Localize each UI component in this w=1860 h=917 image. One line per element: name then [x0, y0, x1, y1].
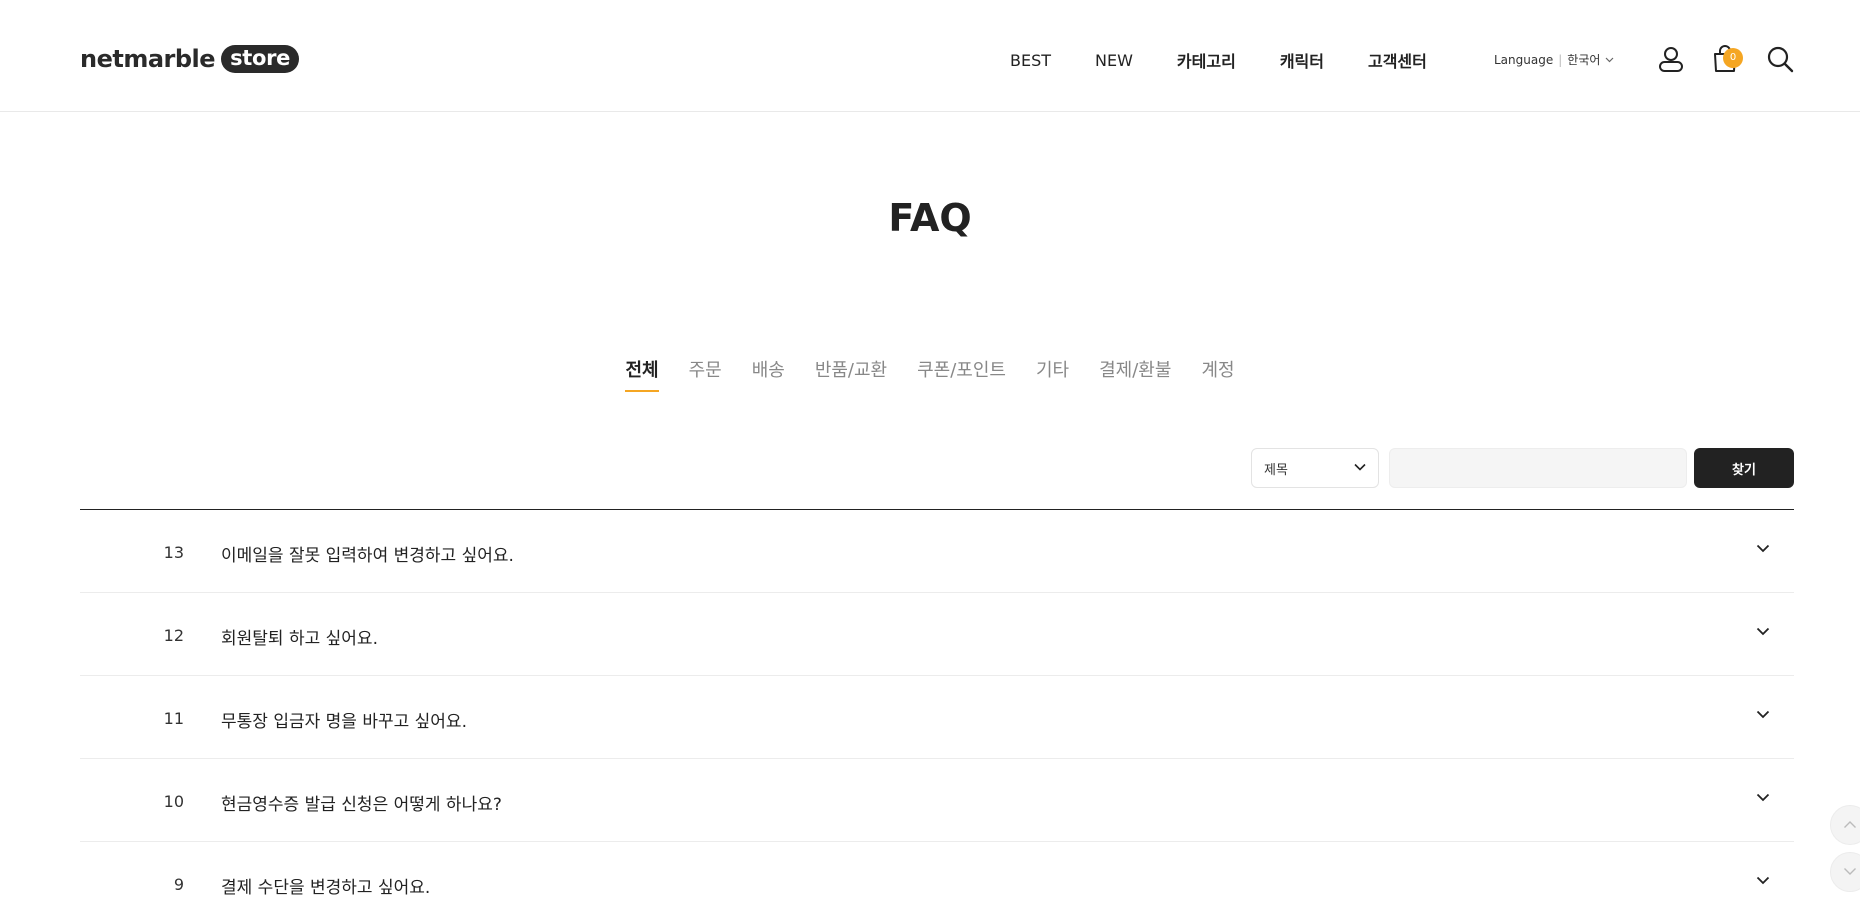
tab-etc[interactable]: 기타	[1036, 356, 1069, 392]
logo-pill: store	[221, 45, 300, 73]
faq-question: 회원탈퇴 하고 싶어요.	[221, 629, 378, 649]
search-input[interactable]	[1389, 448, 1687, 488]
search-field-value: 제목	[1264, 462, 1288, 478]
chevron-down-icon	[1354, 463, 1366, 471]
faq-row[interactable]: 9 결제 수단을 변경하고 싶어요.	[80, 842, 1794, 917]
tab-account[interactable]: 계정	[1201, 356, 1234, 392]
faq-number: 12	[163, 626, 184, 645]
cart-count-badge: 0	[1723, 48, 1743, 68]
page-title: FAQ	[888, 196, 972, 240]
faq-number: 11	[163, 709, 184, 728]
nav-item-customer-center[interactable]: 고객센터	[1368, 48, 1427, 72]
nav-item-new[interactable]: NEW	[1095, 51, 1133, 70]
faq-row[interactable]: 12 회원탈퇴 하고 싶어요.	[80, 593, 1794, 676]
faq-question: 현금영수증 발급 신청은 어떻게 하나요?	[221, 795, 502, 815]
chevron-down-icon[interactable]	[1756, 710, 1770, 719]
faq-row[interactable]: 11 무통장 입금자 명을 바꾸고 싶어요.	[80, 676, 1794, 759]
language-value: 한국어	[1567, 53, 1601, 67]
chevron-down-icon	[1605, 57, 1614, 62]
faq-number: 10	[163, 792, 184, 811]
scroll-bottom-button[interactable]	[1830, 852, 1860, 892]
faq-category-tabs: 전체 주문 배송 반품/교환 쿠폰/포인트 기타 결제/환불 계정	[0, 356, 1860, 392]
user-icon[interactable]	[1656, 44, 1686, 74]
chevron-up-icon	[1844, 821, 1856, 828]
tab-coupon-point[interactable]: 쿠폰/포인트	[917, 356, 1006, 392]
faq-question: 결제 수단을 변경하고 싶어요.	[221, 878, 431, 898]
language-label: Language	[1494, 52, 1554, 67]
scroll-top-button[interactable]	[1830, 805, 1860, 845]
faq-number: 9	[173, 875, 184, 894]
faq-row[interactable]: 10 현금영수증 발급 신청은 어떻게 하나요?	[80, 759, 1794, 842]
chevron-down-icon[interactable]	[1756, 793, 1770, 802]
chevron-down-icon[interactable]	[1756, 876, 1770, 885]
tab-return-exchange[interactable]: 반품/교환	[815, 356, 887, 392]
nav-item-character[interactable]: 캐릭터	[1280, 48, 1324, 72]
nav-item-best[interactable]: BEST	[1010, 51, 1051, 70]
search-button[interactable]: 찾기	[1694, 448, 1794, 488]
faq-question: 이메일을 잘못 입력하여 변경하고 싶어요.	[221, 546, 514, 566]
search-icon[interactable]	[1765, 44, 1795, 74]
tab-payment-refund[interactable]: 결제/환불	[1099, 356, 1171, 392]
tab-order[interactable]: 주문	[689, 356, 722, 392]
search-field-select[interactable]: 제목	[1251, 448, 1379, 488]
site-header: netmarble store BEST NEW 카테고리 캐릭터 고객센터 L…	[0, 0, 1860, 112]
logo-word: netmarble	[80, 45, 216, 73]
tab-shipping[interactable]: 배송	[752, 356, 785, 392]
language-separator: |	[1558, 52, 1563, 67]
faq-row[interactable]: 13 이메일을 잘못 입력하여 변경하고 싶어요.	[80, 510, 1794, 593]
netmarble-store-logo[interactable]: netmarble store	[80, 44, 300, 74]
faq-question: 무통장 입금자 명을 바꾸고 싶어요.	[221, 712, 467, 732]
tab-all[interactable]: 전체	[625, 356, 659, 392]
chevron-down-icon[interactable]	[1756, 627, 1770, 636]
chevron-down-icon[interactable]	[1756, 544, 1770, 553]
faq-number: 13	[163, 543, 184, 562]
chevron-down-icon	[1844, 868, 1856, 875]
nav-item-category[interactable]: 카테고리	[1177, 48, 1236, 72]
main-nav: BEST NEW 카테고리 캐릭터 고객센터	[1010, 48, 1471, 72]
faq-list: 13 이메일을 잘못 입력하여 변경하고 싶어요. 12 회원탈퇴 하고 싶어요…	[80, 509, 1794, 917]
language-selector[interactable]: Language | 한국어	[1494, 51, 1614, 68]
